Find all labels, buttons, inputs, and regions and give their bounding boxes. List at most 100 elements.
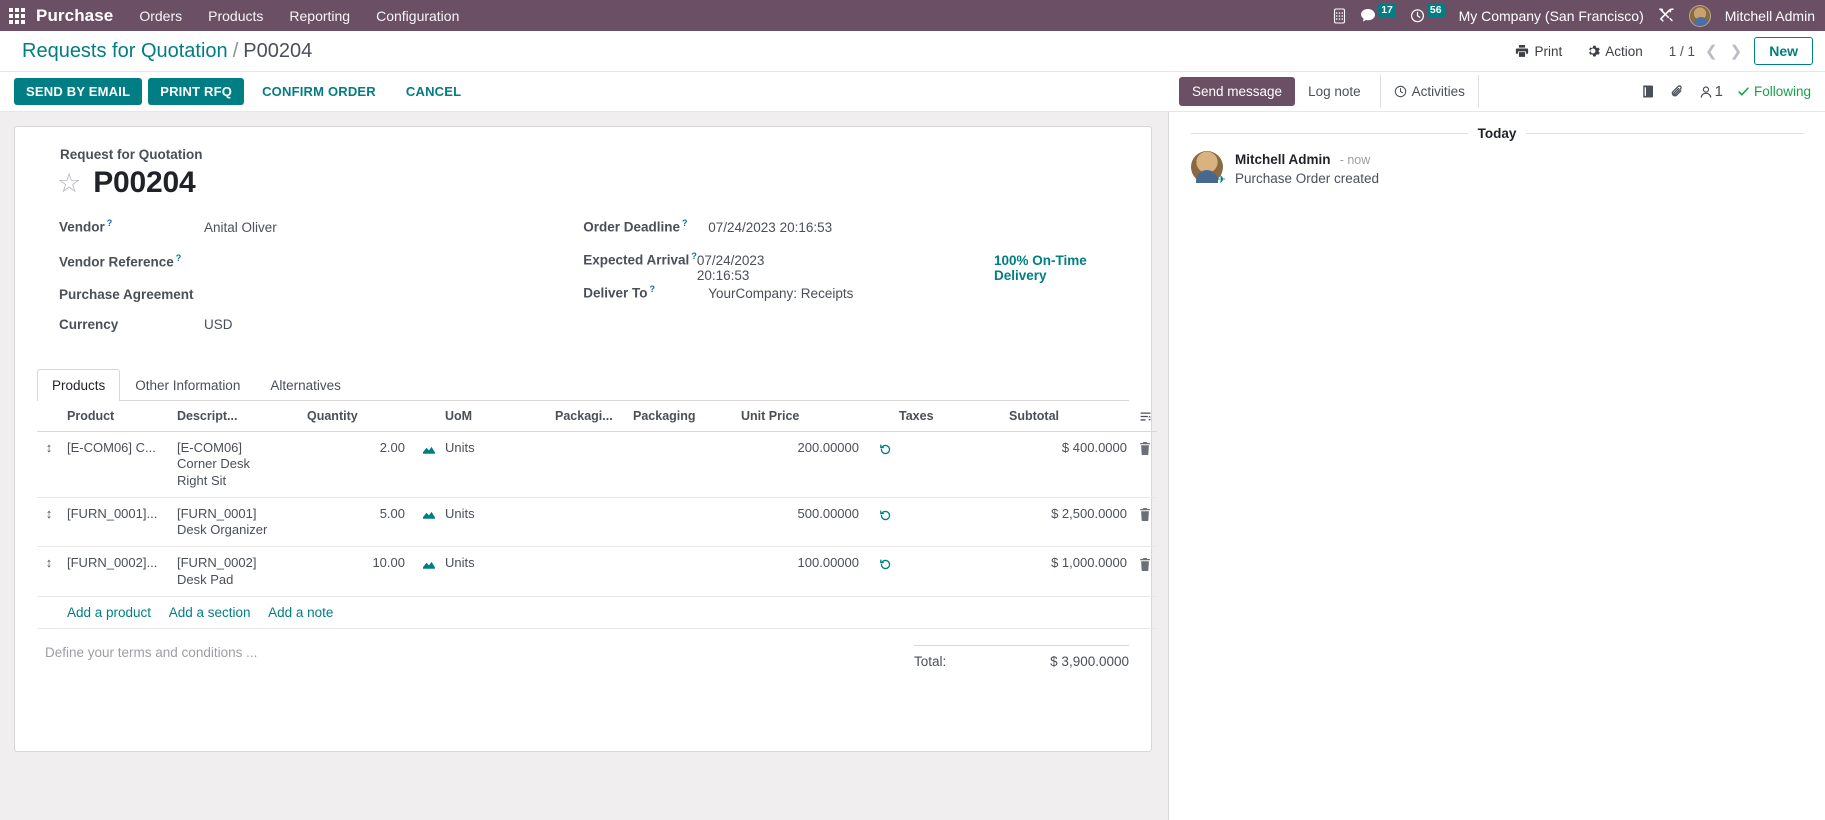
- chevron-left-icon[interactable]: ❮: [1703, 42, 1720, 60]
- followers-icon[interactable]: 1: [1699, 83, 1723, 100]
- add-a-section-link[interactable]: Add a section: [169, 605, 251, 620]
- log-note-button[interactable]: Log note: [1295, 77, 1374, 106]
- drag-handle-icon[interactable]: ↕: [37, 431, 61, 498]
- tools-wrench-icon[interactable]: [1658, 7, 1675, 24]
- cell-product[interactable]: [E-COM06] C...: [61, 431, 171, 498]
- sort-columns-icon[interactable]: [1133, 401, 1157, 433]
- cell-unit-price[interactable]: 100.00000: [735, 546, 865, 597]
- tab-alternatives[interactable]: Alternatives: [255, 369, 356, 401]
- cell-uom[interactable]: Units: [439, 431, 549, 498]
- cancel-button[interactable]: CANCEL: [394, 78, 473, 105]
- tab-products[interactable]: Products: [37, 369, 121, 401]
- new-button[interactable]: New: [1754, 37, 1813, 65]
- cell-unit-price[interactable]: 500.00000: [735, 497, 865, 548]
- confirm-order-button[interactable]: CONFIRM ORDER: [250, 78, 388, 105]
- apps-grid-icon[interactable]: [6, 5, 28, 27]
- vendor-value[interactable]: Anital Oliver: [204, 220, 277, 235]
- drag-handle-icon[interactable]: ↕: [37, 497, 61, 548]
- trash-icon[interactable]: [1133, 497, 1157, 548]
- reset-price-icon[interactable]: [865, 546, 893, 597]
- help-icon[interactable]: ?: [650, 284, 656, 294]
- calculator-icon[interactable]: [1333, 7, 1346, 24]
- cell-quantity[interactable]: 2.00: [301, 431, 411, 498]
- breadcrumb-root[interactable]: Requests for Quotation: [22, 40, 228, 63]
- cell-packaging[interactable]: [627, 546, 735, 597]
- app-brand-purchase[interactable]: Purchase: [36, 6, 113, 26]
- header-product[interactable]: Product: [61, 401, 171, 433]
- help-icon[interactable]: ?: [107, 218, 113, 228]
- vendor-reference-value[interactable]: [204, 251, 344, 266]
- help-icon[interactable]: ?: [176, 253, 182, 263]
- nav-menu-orders[interactable]: Orders: [139, 8, 182, 24]
- header-description[interactable]: Descript...: [171, 401, 301, 433]
- avatar[interactable]: ✈: [1191, 151, 1226, 186]
- header-taxes[interactable]: Taxes: [893, 401, 1003, 433]
- cell-product[interactable]: [FURN_0002]...: [61, 546, 171, 597]
- cell-taxes[interactable]: [893, 497, 1003, 548]
- header-packaging[interactable]: Packaging: [627, 401, 735, 433]
- cell-product[interactable]: [FURN_0001]...: [61, 497, 171, 548]
- cell-quantity[interactable]: 10.00: [301, 546, 411, 597]
- tab-other-information[interactable]: Other Information: [120, 369, 255, 401]
- star-outline-icon[interactable]: ☆: [57, 169, 81, 197]
- cell-quantity[interactable]: 5.00: [301, 497, 411, 548]
- send-message-button[interactable]: Send message: [1179, 77, 1296, 106]
- help-icon[interactable]: ?: [682, 218, 688, 228]
- action-button[interactable]: Action: [1574, 40, 1655, 63]
- purchase-agreement-value[interactable]: [204, 284, 344, 299]
- chevron-right-icon[interactable]: ❯: [1728, 42, 1745, 60]
- message-author[interactable]: Mitchell Admin: [1235, 152, 1331, 167]
- nav-menu-reporting[interactable]: Reporting: [289, 8, 350, 24]
- deliver-to-value[interactable]: YourCompany: Receipts: [708, 286, 853, 301]
- paperclip-icon[interactable]: [1670, 84, 1685, 99]
- cell-description[interactable]: [FURN_0002] Desk Pad: [171, 546, 301, 597]
- forecast-chart-icon[interactable]: [411, 546, 439, 597]
- company-switcher[interactable]: My Company (San Francisco): [1459, 8, 1644, 24]
- activities-button[interactable]: Activities: [1379, 75, 1479, 108]
- trash-icon[interactable]: [1133, 546, 1157, 597]
- reset-price-icon[interactable]: [865, 497, 893, 548]
- forecast-chart-icon[interactable]: [411, 497, 439, 548]
- add-a-note-link[interactable]: Add a note: [268, 605, 333, 620]
- cell-taxes[interactable]: [893, 546, 1003, 597]
- add-a-product-link[interactable]: Add a product: [67, 605, 151, 620]
- on-time-delivery-badge[interactable]: 100% On-Time Delivery: [994, 253, 1129, 283]
- send-by-email-button[interactable]: SEND BY EMAIL: [14, 78, 143, 105]
- header-uom[interactable]: UoM: [439, 401, 549, 433]
- cell-description[interactable]: [E-COM06] Corner Desk Right Sit: [171, 431, 301, 498]
- header-packaging-qty[interactable]: Packagi...: [549, 401, 627, 433]
- forecast-chart-icon[interactable]: [411, 431, 439, 498]
- currency-value[interactable]: USD: [204, 317, 233, 332]
- reset-price-icon[interactable]: [865, 431, 893, 498]
- user-menu-label[interactable]: Mitchell Admin: [1725, 8, 1815, 24]
- print-rfq-button[interactable]: PRINT RFQ: [148, 78, 245, 105]
- cell-uom[interactable]: Units: [439, 497, 549, 548]
- messages-icon[interactable]: 17: [1360, 4, 1396, 23]
- cell-packaging[interactable]: [627, 497, 735, 548]
- cell-description[interactable]: [FURN_0001] Desk Organizer: [171, 497, 301, 548]
- order-deadline-value[interactable]: 07/24/2023 20:16:53: [708, 220, 832, 235]
- terms-and-conditions-input[interactable]: Define your terms and conditions ...: [37, 645, 914, 669]
- print-button[interactable]: Print: [1503, 40, 1574, 63]
- cell-unit-price[interactable]: 200.00000: [735, 431, 865, 498]
- following-toggle[interactable]: Following: [1737, 84, 1811, 99]
- drag-handle-icon[interactable]: ↕: [37, 546, 61, 597]
- header-unit-price[interactable]: Unit Price: [735, 401, 865, 433]
- cell-packaging-qty[interactable]: [549, 431, 627, 498]
- activities-clock-icon[interactable]: 56: [1410, 4, 1445, 23]
- cell-uom[interactable]: Units: [439, 546, 549, 597]
- cell-packaging-qty[interactable]: [549, 497, 627, 548]
- cell-packaging[interactable]: [627, 431, 735, 498]
- expected-arrival-value[interactable]: 07/24/2023 20:16:53: [697, 253, 809, 283]
- table-row[interactable]: ↕ [FURN_0001]... [FURN_0001] Desk Organi…: [37, 497, 1157, 548]
- nav-menu-configuration[interactable]: Configuration: [376, 8, 459, 24]
- cell-packaging-qty[interactable]: [549, 546, 627, 597]
- avatar[interactable]: [1688, 4, 1711, 27]
- cell-taxes[interactable]: [893, 431, 1003, 498]
- table-row[interactable]: ↕ [FURN_0002]... [FURN_0002] Desk Pad 10…: [37, 546, 1157, 597]
- document-icon[interactable]: [1641, 84, 1656, 99]
- table-row[interactable]: ↕ [E-COM06] C... [E-COM06] Corner Desk R…: [37, 431, 1157, 498]
- nav-menu-products[interactable]: Products: [208, 8, 263, 24]
- trash-icon[interactable]: [1133, 431, 1157, 498]
- header-quantity[interactable]: Quantity: [301, 401, 411, 433]
